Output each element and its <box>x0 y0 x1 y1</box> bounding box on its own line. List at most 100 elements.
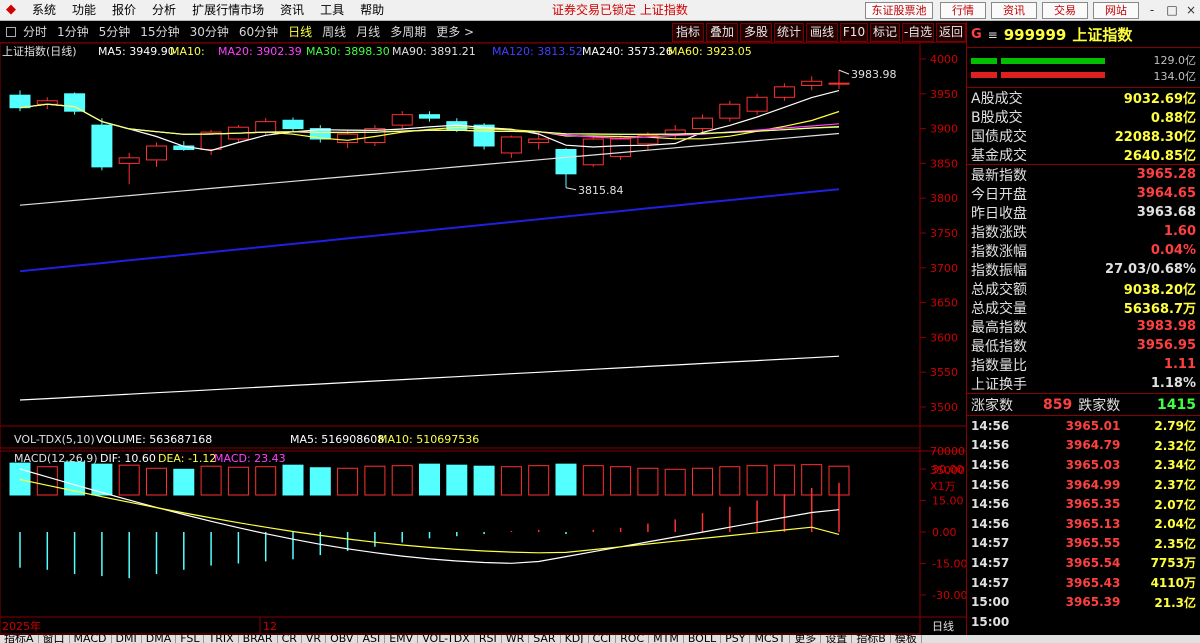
quote-value: 3956.95 <box>1136 338 1196 353</box>
candle-body[interactable] <box>610 138 632 157</box>
tick-row: 14:56 3965.01 2.79亿 <box>967 416 1200 436</box>
quote-label: 昨日收盘 <box>971 205 1027 222</box>
period-tab-7[interactable]: 周线 <box>317 22 351 42</box>
top-nav-button-1[interactable]: 资讯 <box>991 2 1037 19</box>
tick-time: 14:56 <box>971 418 1010 433</box>
indicator-tab-16[interactable]: SAR <box>529 635 561 643</box>
indicator-tab-1[interactable]: 窗口 <box>39 635 70 643</box>
chart-tool-button-2[interactable]: 多股 <box>740 23 772 42</box>
period-tab-4[interactable]: 30分钟 <box>185 22 234 42</box>
candle-body[interactable] <box>64 93 86 112</box>
indicator-tab-19[interactable]: ROC <box>616 635 650 643</box>
candle-body[interactable] <box>282 119 304 130</box>
menu-item-2[interactable]: 报价 <box>104 0 144 20</box>
candle-body[interactable] <box>746 96 768 112</box>
candle-body[interactable] <box>391 114 413 126</box>
chart-tool-button-5[interactable]: F10 <box>840 23 868 42</box>
indicator-tab-25[interactable]: 设置 <box>821 635 853 643</box>
indicator-tab-9[interactable]: VR <box>302 635 327 643</box>
candle-body[interactable] <box>337 133 359 144</box>
up-label: 涨家数 <box>971 397 1013 414</box>
menu-item-0[interactable]: 系统 <box>24 0 64 20</box>
candle-body[interactable] <box>118 157 140 164</box>
top-nav-button-0[interactable]: 行情 <box>940 2 986 19</box>
chart-tool-button-1[interactable]: 叠加 <box>706 23 738 42</box>
indicator-tab-11[interactable]: ASI <box>358 635 386 643</box>
layout-square-icon[interactable] <box>6 27 16 37</box>
chart-tool-button-8[interactable]: 返回 <box>936 23 966 42</box>
period-tab-5[interactable]: 60分钟 <box>234 22 283 42</box>
macd-title: MACD(12,26,9) <box>14 452 98 465</box>
candle-body[interactable] <box>419 114 440 119</box>
indicator-tab-5[interactable]: FSL <box>176 635 205 643</box>
chart-tool-button-3[interactable]: 统计 <box>774 23 804 42</box>
candle-body[interactable] <box>773 86 795 98</box>
menu-item-1[interactable]: 功能 <box>64 0 104 20</box>
kline-chart-area[interactable]: 上证指数(日线) MA5: 3949.90 MA10: MA20: 3902.39 MA… <box>0 43 966 635</box>
chart-tool-button-0[interactable]: 指标 <box>672 23 704 42</box>
indicator-tab-17[interactable]: KDJ <box>561 635 589 643</box>
indicator-tab-2[interactable]: MACD <box>70 635 112 643</box>
period-tab-3[interactable]: 15分钟 <box>135 22 184 42</box>
chart-tool-button-6[interactable]: 标记 <box>870 23 900 42</box>
candle-body[interactable] <box>582 138 604 166</box>
candle-body[interactable] <box>692 117 713 130</box>
chart-tool-button-7[interactable]: -自选 <box>902 23 934 42</box>
menu-item-4[interactable]: 扩展行情市场 <box>184 0 272 20</box>
indicator-tab-21[interactable]: BOLL <box>684 635 722 643</box>
indicator-tab-22[interactable]: PSY <box>721 635 751 643</box>
menu-item-6[interactable]: 工具 <box>312 0 352 20</box>
period-tab-9[interactable]: 多周期 <box>385 22 431 42</box>
indicator-tab-14[interactable]: RSI <box>475 635 502 643</box>
candle-body[interactable] <box>255 121 277 133</box>
candle-body[interactable] <box>555 148 577 175</box>
tick-price: 3965.39 <box>1065 595 1121 610</box>
kline-chart-svg[interactable]: 上证指数(日线) MA5: 3949.90MA10: MA20: 3902.39 MA… <box>0 43 966 635</box>
indicator-tab-7[interactable]: BRAR <box>239 635 278 643</box>
candle-body[interactable] <box>500 136 522 154</box>
indicator-tab-18[interactable]: CCI <box>589 635 617 643</box>
candle-body[interactable] <box>9 94 31 109</box>
indicator-tab-4[interactable]: DMA <box>142 635 177 643</box>
indicator-tab-24[interactable]: 更多 <box>790 635 822 643</box>
menu-item-5[interactable]: 资讯 <box>272 0 312 20</box>
menu-icon[interactable]: ≡ <box>988 28 998 42</box>
period-tab-8[interactable]: 月线 <box>351 22 385 42</box>
vol-label-1: MA5: 516908608 <box>290 433 384 446</box>
period-tab-2[interactable]: 5分钟 <box>94 22 136 42</box>
maximize-icon[interactable]: □ <box>1162 2 1182 19</box>
indicator-tab-15[interactable]: WR <box>502 635 530 643</box>
minimize-icon[interactable]: - <box>1142 2 1162 19</box>
top-nav-button-3[interactable]: 网站 <box>1093 2 1139 19</box>
chart-tool-button-4[interactable]: 画线 <box>806 23 838 42</box>
indicator-tab-8[interactable]: CR <box>278 635 302 643</box>
candle-body[interactable] <box>200 131 222 150</box>
menu-item-3[interactable]: 分析 <box>144 0 184 20</box>
menu-item-7[interactable]: 帮助 <box>352 0 392 20</box>
indicator-tab-27[interactable]: 模板 <box>891 635 922 643</box>
indicator-tab-10[interactable]: OBV <box>326 635 359 643</box>
indicator-tab-3[interactable]: DMI <box>112 635 142 643</box>
candle-body[interactable] <box>719 103 741 119</box>
candle-body[interactable] <box>528 138 550 144</box>
tick-list[interactable]: 14:56 3965.01 2.79亿 14:56 3964.79 2.32亿 14:56 3… <box>967 416 1200 632</box>
indicator-tab-13[interactable]: VOL-TDX <box>418 635 475 643</box>
broker-pool-button[interactable]: 东证股票池 <box>865 2 933 19</box>
top-nav-button-2[interactable]: 交易 <box>1042 2 1088 19</box>
indicator-tab-23[interactable]: MCST <box>750 635 791 643</box>
close-icon[interactable]: × <box>1181 2 1200 19</box>
period-tab-10[interactable]: 更多 > <box>431 22 479 42</box>
period-tab-6[interactable]: 日线 <box>283 22 317 42</box>
candle-body[interactable] <box>91 124 113 168</box>
candle-body[interactable] <box>801 80 823 86</box>
period-tab-0[interactable]: 分时 <box>18 22 52 42</box>
turnover-row: B股成交 0.88亿 <box>967 107 1200 127</box>
indicator-tab-0[interactable]: 指标A <box>0 635 39 643</box>
indicator-tab-20[interactable]: MTM <box>649 635 684 643</box>
candle-body[interactable] <box>828 82 850 85</box>
indicator-tab-12[interactable]: EMV <box>385 635 419 643</box>
period-tab-1[interactable]: 1分钟 <box>52 22 94 42</box>
candle-body[interactable] <box>146 145 167 161</box>
indicator-tab-6[interactable]: TRIX <box>204 635 239 643</box>
indicator-tab-26[interactable]: 指标B <box>852 635 891 643</box>
